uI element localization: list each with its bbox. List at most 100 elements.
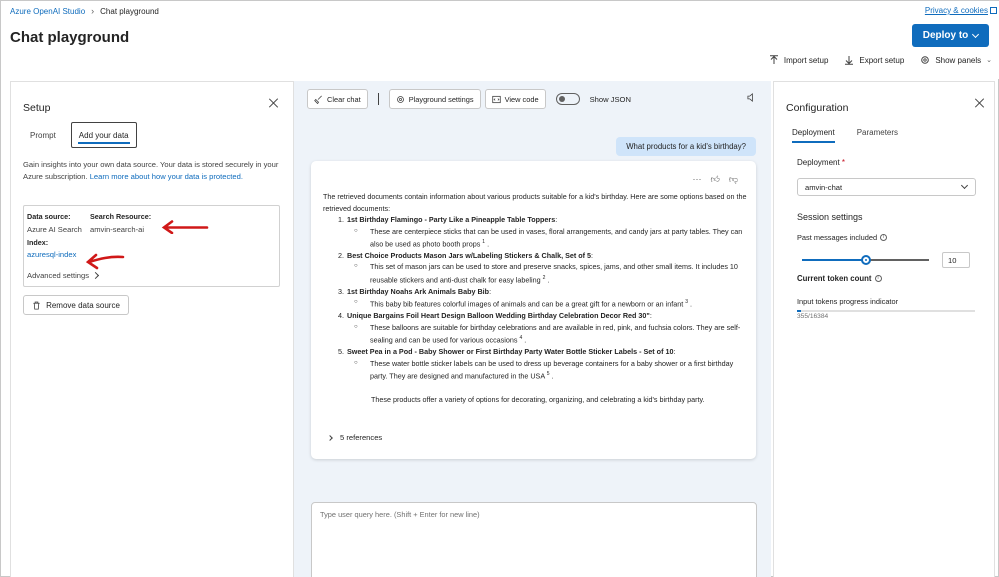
data-source-label: Data source:	[27, 212, 71, 221]
thumbs-down-icon[interactable]: 👎︎	[729, 174, 738, 185]
show-panels-button[interactable]: Show panels ⌄	[920, 55, 992, 65]
thumbs-up-icon[interactable]: 👍︎	[710, 174, 719, 185]
gear-icon	[921, 56, 930, 64]
info-icon[interactable]: i	[874, 275, 882, 282]
product-detail-list: These water bottle sticker labels can be…	[354, 358, 748, 382]
product-item: Unique Bargains Foil Heart Design Balloo…	[346, 310, 748, 346]
page-title: Chat playground	[10, 29, 130, 46]
data-source-card: Data source: Azure AI Search Search Reso…	[23, 205, 280, 287]
setup-panel: Setup Prompt Add your data Gain insights…	[10, 81, 294, 577]
tab-parameters[interactable]: Parameters	[851, 126, 904, 143]
setup-tabs: Prompt Add your data	[23, 122, 137, 148]
product-detail-text: These water bottle sticker labels can be…	[370, 358, 734, 381]
token-progress-bar	[797, 310, 975, 312]
annotation-arrow-icon	[161, 220, 209, 234]
advanced-settings-label: Advanced settings	[27, 271, 90, 280]
close-icon[interactable]	[269, 98, 279, 108]
product-detail-text: This baby bib features colorful images o…	[370, 299, 684, 309]
privacy-link[interactable]: Privacy & cookies	[925, 6, 997, 15]
citation-ref[interactable]: 4	[519, 335, 522, 341]
required-marker: *	[841, 158, 846, 167]
chevron-right-icon: ›	[91, 6, 95, 16]
breadcrumb: Azure OpenAI Studio › Chat playground	[10, 6, 159, 16]
info-icon[interactable]: i	[880, 234, 888, 241]
answer-intro: The retrieved documents contain informat…	[323, 192, 747, 213]
chat-panel: Clear chat Playground settings View code…	[294, 81, 771, 577]
product-item: Best Choice Products Mason Jars w/Labeli…	[346, 250, 748, 286]
references-toggle[interactable]: 5 references	[327, 433, 382, 442]
show-json-toggle[interactable]	[555, 93, 580, 105]
product-item: 1st Birthday Noahs Ark Animals Baby Bib:…	[346, 286, 748, 310]
product-detail-list: This set of mason jars can be used to st…	[354, 261, 748, 285]
user-message-bubble: What products for a kid's birthday?	[616, 137, 756, 156]
citation-ref[interactable]: 3	[685, 299, 688, 305]
export-setup-button[interactable]: Export setup	[844, 55, 904, 65]
citation-ref[interactable]: 5	[547, 371, 550, 377]
more-options-icon[interactable]: ···	[692, 174, 701, 185]
setup-title: Setup	[23, 102, 51, 114]
clear-chat-button[interactable]: Clear chat	[307, 89, 368, 109]
product-detail-list: These balloons are suitable for birthday…	[354, 322, 748, 346]
chevron-right-icon	[92, 271, 100, 280]
past-messages-slider[interactable]	[802, 255, 929, 265]
product-detail: These balloons are suitable for birthday…	[354, 322, 748, 346]
product-name: Best Choice Products Mason Jars w/Labeli…	[347, 250, 592, 260]
deployment-select[interactable]: amvin-chat	[797, 178, 976, 196]
colon: :	[591, 250, 594, 260]
slider-fill	[802, 259, 866, 261]
import-setup-button[interactable]: Import setup	[769, 55, 828, 65]
search-resource-value: amvin-search-ai	[90, 225, 145, 234]
product-name: 1st Birthday Noahs Ark Animals Baby Bib	[347, 286, 490, 296]
colon: :	[489, 286, 492, 296]
index-link[interactable]: azuresql-index	[27, 250, 76, 259]
product-detail: This baby bib features colorful images o…	[354, 297, 748, 310]
user-query-input[interactable]	[312, 503, 756, 526]
show-json-label: Show JSON	[589, 94, 631, 104]
app-frame: Azure OpenAI Studio › Chat playground Pr…	[0, 0, 999, 577]
search-resource-label: Search Resource:	[90, 212, 152, 221]
speaker-icon[interactable]	[747, 93, 756, 102]
tab-prompt[interactable]: Prompt	[23, 122, 63, 148]
deploy-button[interactable]: Deploy to	[912, 24, 989, 47]
data-source-value: Azure AI Search	[27, 225, 82, 234]
product-detail: These are centerpiece sticks that can be…	[354, 226, 748, 250]
clear-chat-label: Clear chat	[327, 94, 361, 104]
download-icon	[845, 56, 854, 65]
citation-ref[interactable]: 1	[482, 239, 485, 245]
past-messages-label: Past messages included i	[797, 233, 888, 242]
view-code-label: View code	[504, 94, 539, 104]
token-count-value: 355/16384	[797, 313, 829, 320]
product-detail-text: This set of mason jars can be used to st…	[370, 262, 738, 285]
remove-data-source-button[interactable]: Remove data source	[23, 295, 129, 315]
breadcrumb-home[interactable]: Azure OpenAI Studio	[10, 7, 85, 16]
configuration-tabs: Deployment Parameters	[786, 126, 904, 143]
playground-settings-button[interactable]: Playground settings	[388, 89, 481, 109]
product-list: 1st Birthday Flamingo - Party Like a Pin…	[346, 214, 748, 382]
external-link-icon	[990, 7, 997, 14]
assistant-message-body: The retrieved documents contain informat…	[323, 191, 748, 405]
playground-settings-label: Playground settings	[408, 94, 474, 104]
answer-summary: These products offer a variety of option…	[371, 394, 705, 404]
colon: :	[555, 215, 558, 224]
user-query-box[interactable]	[311, 502, 757, 577]
tab-deployment[interactable]: Deployment	[786, 126, 841, 143]
chat-toolbar: Clear chat Playground settings View code…	[307, 89, 631, 109]
product-name: 1st Birthday Flamingo - Party Like a Pin…	[347, 215, 556, 224]
progress-label: Input tokens progress indicator	[797, 297, 899, 306]
advanced-settings-button[interactable]: Advanced settings	[27, 271, 100, 280]
token-progress-fill	[797, 310, 801, 312]
close-icon[interactable]	[975, 98, 985, 108]
broom-icon	[314, 95, 322, 104]
upload-icon	[769, 55, 778, 64]
privacy-label: Privacy & cookies	[924, 6, 988, 15]
learn-more-link[interactable]: Learn more about how your data is protec…	[90, 172, 243, 181]
product-item: 1st Birthday Flamingo - Party Like a Pin…	[346, 214, 748, 250]
citation-ref[interactable]: 2	[543, 275, 546, 281]
assistant-message-card: ··· 👍︎ 👎︎ The retrieved documents contai…	[311, 161, 756, 459]
view-code-button[interactable]: View code	[484, 89, 546, 109]
slider-thumb[interactable]	[860, 255, 871, 265]
gear-icon	[396, 95, 404, 103]
past-messages-input[interactable]: 10	[942, 252, 970, 268]
tab-add-your-data[interactable]: Add your data	[70, 122, 137, 148]
deploy-label: Deploy to	[922, 30, 969, 41]
